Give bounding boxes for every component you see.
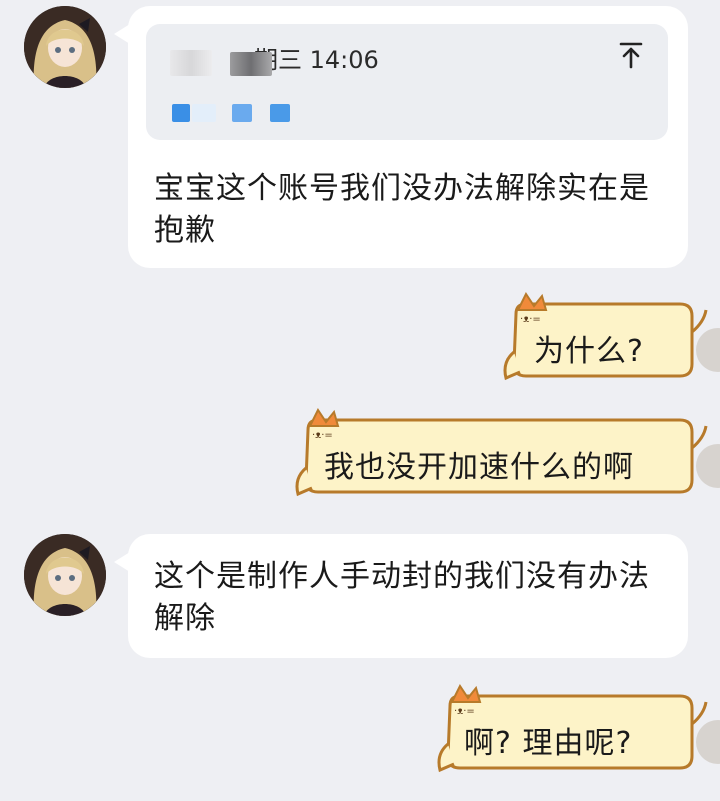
message-bubble-cat[interactable]: ·ᴥ·= 啊? 理由呢? <box>434 684 720 780</box>
message-bubble-cat[interactable]: ·ᴥ·= 为什么? <box>500 292 720 388</box>
bubble-tail <box>114 24 130 44</box>
svg-text:·ᴥ·=: ·ᴥ·= <box>312 430 333 441</box>
message-text: 啊? 理由呢? <box>464 726 633 761</box>
censored-preview-block <box>172 104 190 122</box>
censored-name-block <box>170 50 212 76</box>
message-text: 宝宝这个账号我们没办法解除实在是抱歉 <box>154 171 650 248</box>
bubble-tail <box>114 552 130 572</box>
message-bubble-cat[interactable]: ·ᴥ·= 我也没开加速什么的啊 <box>292 408 720 504</box>
message-text: 这个是制作人手动封的我们没有办法解除 <box>154 559 650 636</box>
message-text: 我也没开加速什么的啊 <box>324 450 634 485</box>
quoted-message[interactable]: 莫小期三 14:06 <box>146 24 668 140</box>
svg-text:·ᴥ·=: ·ᴥ·= <box>454 706 475 717</box>
censored-preview-block <box>192 104 216 122</box>
arrow-up-to-top-icon[interactable] <box>614 38 648 72</box>
quote-time: 期三 14:06 <box>254 46 379 74</box>
censored-preview-block <box>270 104 290 122</box>
svg-text:·ᴥ·=: ·ᴥ·= <box>520 314 541 325</box>
message-bubble[interactable]: 莫小期三 14:06 宝宝这个账号我们没办法解除实在是抱歉 <box>114 6 688 268</box>
avatar[interactable] <box>24 6 106 88</box>
avatar[interactable] <box>24 534 106 616</box>
message-bubble[interactable]: 这个是制作人手动封的我们没有办法解除 <box>114 534 688 658</box>
censored-name-block <box>230 52 272 76</box>
message-text: 为什么? <box>534 334 644 369</box>
censored-preview-block <box>232 104 252 122</box>
